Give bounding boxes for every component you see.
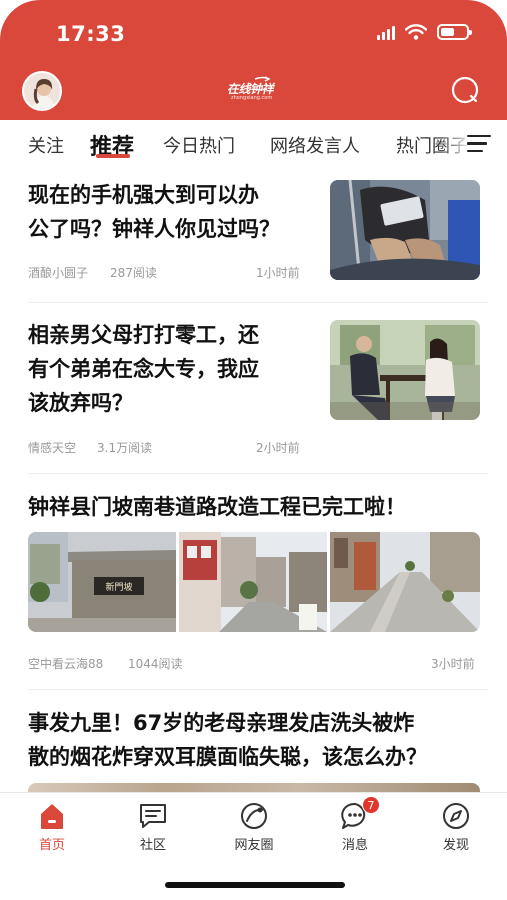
message-icon: 7 (340, 796, 380, 831)
article-image (179, 532, 327, 632)
article-title: 钟祥县门坡南巷道路改造工程已完工啦！ (28, 495, 406, 519)
tabbar-messages[interactable]: 7 消息 (320, 796, 390, 853)
tab-net-speaker[interactable]: 网络发言人 (270, 132, 360, 158)
tabbar-label: 网友圈 (234, 838, 274, 853)
status-time: 17:33 (56, 22, 126, 46)
tab-today-hot[interactable]: 今日热门 (163, 132, 235, 158)
tabbar-community[interactable]: 社区 (118, 801, 188, 853)
article-reads: 1044阅读 (128, 657, 183, 671)
home-indicator (165, 882, 345, 888)
article-author: 空中看云海88 (28, 657, 104, 671)
app-header: 17:33 在线钟祥 zhongxiang.com (0, 0, 507, 120)
unread-badge: 7 (362, 796, 380, 814)
article-title: 现在的手机强大到可以办 公了吗？钟祥人你见过吗？ (28, 183, 280, 241)
article-reads: 287阅读 (110, 266, 157, 280)
compass-icon (441, 801, 471, 831)
tabbar-label: 消息 (341, 838, 368, 853)
article-image: 新門坡 (28, 532, 176, 632)
channel-menu-icon[interactable] (467, 135, 491, 153)
article-image (330, 532, 480, 632)
gate-sign: 新門坡 (105, 581, 132, 593)
community-icon (138, 801, 168, 831)
user-avatar[interactable] (22, 71, 62, 111)
article-author: 情感天空 (28, 441, 77, 455)
battery-icon (437, 24, 472, 40)
article-thumbnail (330, 180, 480, 280)
logo-subtext: zhongxiang.com (231, 95, 273, 101)
search-icon[interactable] (449, 74, 481, 106)
friends-circle-icon (239, 801, 269, 831)
tabbar-discover[interactable]: 发现 (421, 801, 491, 853)
article-time: 1小时前 (256, 266, 300, 280)
status-icons (377, 24, 472, 40)
tabbar-label: 发现 (442, 838, 469, 853)
tabbar-home[interactable]: 首页 (17, 801, 87, 853)
article-title: 相亲男父母打打零工，还 有个弟弟在念大专，我应 该放弃吗？ (28, 323, 259, 415)
tabbar-friends-circle[interactable]: 网友圈 (219, 801, 289, 853)
article-time: 2小时前 (256, 441, 300, 455)
home-icon (37, 801, 67, 831)
article-thumbnail (330, 320, 480, 420)
wifi-icon (405, 24, 427, 40)
category-tabs: 关注 推荐 今日热门 网络发言人 热门圈子 (0, 120, 507, 168)
app-logo: 在线钟祥 zhongxiang.com (225, 76, 283, 102)
active-tab-indicator (96, 154, 130, 158)
article-author: 酒酿小圆子 (28, 266, 89, 280)
tabbar-label: 社区 (139, 838, 166, 853)
tab-follow[interactable]: 关注 (28, 132, 64, 158)
tabbar-label: 首页 (38, 838, 65, 853)
article-reads: 3.1万阅读 (97, 441, 153, 455)
article-title: 事发九里！67岁的老母亲理发店洗头被炸 散的烟花炸穿双耳膜面临失聪，该怎么办？ (28, 711, 427, 769)
cellular-signal-icon (377, 24, 395, 40)
article-time: 3小时前 (431, 657, 475, 671)
